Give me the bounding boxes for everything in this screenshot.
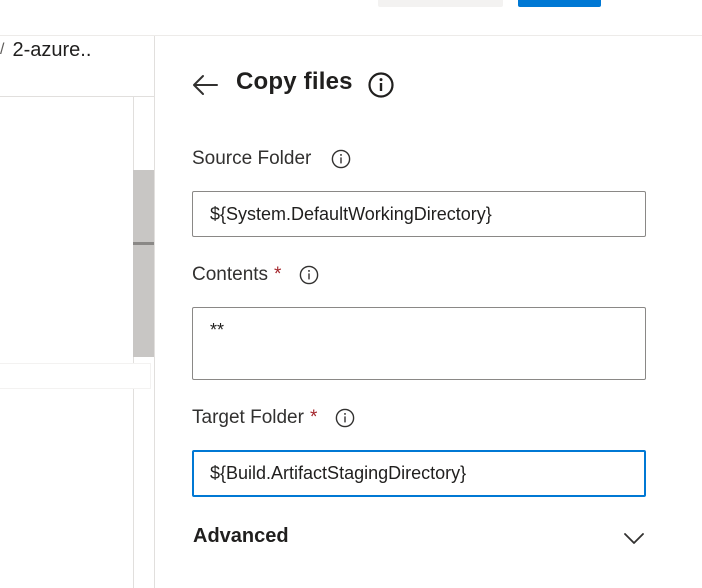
info-icon[interactable] bbox=[330, 148, 352, 170]
breadcrumb-current[interactable]: 2-azure.. bbox=[12, 39, 91, 62]
info-icon[interactable] bbox=[298, 264, 320, 286]
source-folder-value: ${System.DefaultWorkingDirectory} bbox=[210, 203, 492, 224]
required-marker: * bbox=[309, 407, 318, 428]
back-button[interactable] bbox=[190, 71, 220, 99]
scrollbar-marker bbox=[133, 242, 154, 245]
info-icon[interactable] bbox=[334, 407, 356, 429]
divider bbox=[0, 96, 155, 97]
primary-button[interactable] bbox=[518, 0, 601, 7]
contents-label-text: Contents bbox=[192, 264, 269, 285]
panel-title: Copy files bbox=[236, 68, 353, 95]
target-folder-value: ${Build.ArtifactStagingDirectory} bbox=[210, 463, 467, 483]
breadcrumb-separator: / bbox=[0, 41, 5, 58]
scrollbar-thumb[interactable] bbox=[133, 170, 154, 357]
top-command-bar bbox=[0, 0, 702, 36]
contents-value: ** bbox=[210, 320, 225, 340]
contents-label: Contents * bbox=[192, 264, 320, 286]
target-folder-label-text: Target Folder bbox=[192, 407, 304, 428]
source-folder-label: Source Folder bbox=[192, 148, 352, 170]
required-marker: * bbox=[274, 264, 282, 285]
info-icon[interactable] bbox=[367, 71, 395, 99]
advanced-section-header[interactable]: Advanced bbox=[193, 525, 289, 548]
source-folder-input[interactable]: ${System.DefaultWorkingDirectory} bbox=[192, 191, 646, 237]
target-folder-input[interactable]: ${Build.ArtifactStagingDirectory} bbox=[192, 450, 646, 497]
target-folder-label: Target Folder * bbox=[192, 407, 356, 429]
secondary-button[interactable] bbox=[378, 0, 503, 7]
left-pane bbox=[0, 36, 155, 588]
source-folder-label-text: Source Folder bbox=[192, 148, 312, 169]
contents-textarea[interactable]: ** bbox=[192, 307, 646, 380]
left-pane-field[interactable] bbox=[0, 363, 151, 389]
arrow-left-icon bbox=[193, 75, 218, 95]
breadcrumb: / 2-azure.. bbox=[0, 36, 91, 64]
chevron-down-icon[interactable] bbox=[622, 528, 646, 548]
